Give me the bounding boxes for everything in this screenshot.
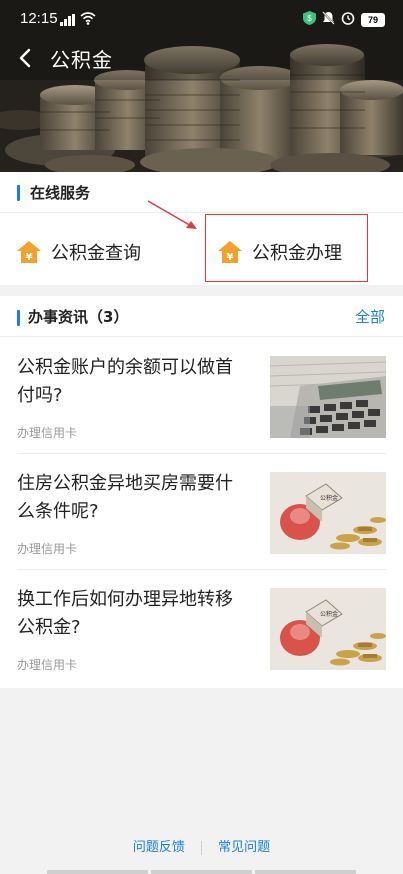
news-title: 办事资讯（3） [28, 308, 129, 326]
news-item[interactable]: 换工作后如何办理异地转移公积金? 办理信用卡 公积金 [0, 570, 403, 686]
nav-indicator-segment [151, 870, 252, 874]
chevron-left-icon [19, 48, 31, 68]
bottom-nav-indicator [0, 870, 403, 874]
svg-text:¥: ¥ [26, 252, 33, 263]
feedback-link[interactable]: 问题反馈 [133, 840, 185, 855]
nav-indicator-segment [255, 870, 356, 874]
svg-text:公积金: 公积金 [320, 494, 338, 502]
alarm-icon [341, 11, 355, 29]
service-label: 公积金查询 [51, 243, 141, 264]
section-title: 在线服务 [30, 184, 91, 202]
section-accent-bar [17, 185, 20, 201]
back-button[interactable] [14, 46, 38, 70]
page-title: 公积金 [50, 48, 113, 72]
footer-links: 问题反馈 常见问题 [0, 836, 403, 856]
nav-indicator-segment [47, 870, 148, 874]
nav-bar: 公积金 [0, 38, 403, 78]
svg-text:公积金: 公积金 [320, 610, 338, 618]
mute-icon [322, 11, 335, 29]
annotation-arrow [147, 200, 197, 229]
view-all-link[interactable]: 全部 [355, 306, 385, 327]
news-item-tag: 办理信用卡 [17, 542, 78, 556]
news-item-tag: 办理信用卡 [17, 658, 78, 672]
battery-indicator: 79 [361, 13, 385, 27]
header-banner: 12:15 $ 79 公积金 [0, 0, 403, 172]
faq-link[interactable]: 常见问题 [218, 840, 270, 855]
news-item-title: 换工作后如何办理异地转移公积金? [17, 589, 233, 638]
calculator-thumbnail [270, 356, 386, 438]
footer-divider [201, 840, 202, 855]
annotation-highlight-box [205, 214, 368, 282]
piggybank-thumbnail: 公积金 [270, 588, 386, 670]
svg-text:$: $ [307, 14, 312, 23]
piggybank-thumbnail: 公积金 [270, 472, 386, 554]
news-header: 办事资讯（3） 全部 [0, 296, 403, 337]
news-item[interactable]: 公积金账户的余额可以做首付吗? 办理信用卡 [0, 338, 403, 454]
news-item-title: 公积金账户的余额可以做首付吗? [17, 357, 233, 406]
status-time: 12:15 [20, 10, 58, 27]
signal-icon [60, 12, 76, 30]
status-bar: 12:15 $ 79 [0, 0, 403, 38]
wifi-icon [80, 11, 96, 29]
house-yuan-icon: ¥ [17, 241, 41, 263]
shield-icon: $ [303, 11, 316, 29]
status-right-group: $ 79 [303, 11, 385, 29]
service-item-query[interactable]: ¥ 公积金查询 [17, 222, 141, 282]
news-section: 办事资讯（3） 全部 公积金账户的余额可以做首付吗? 办理信用卡 住房公积金异地… [0, 296, 403, 688]
news-item[interactable]: 住房公积金异地买房需要什么条件呢? 办理信用卡 公积金 [0, 454, 403, 570]
news-item-tag: 办理信用卡 [17, 426, 78, 440]
section-accent-bar [17, 310, 20, 326]
news-item-title: 住房公积金异地买房需要什么条件呢? [17, 473, 233, 522]
